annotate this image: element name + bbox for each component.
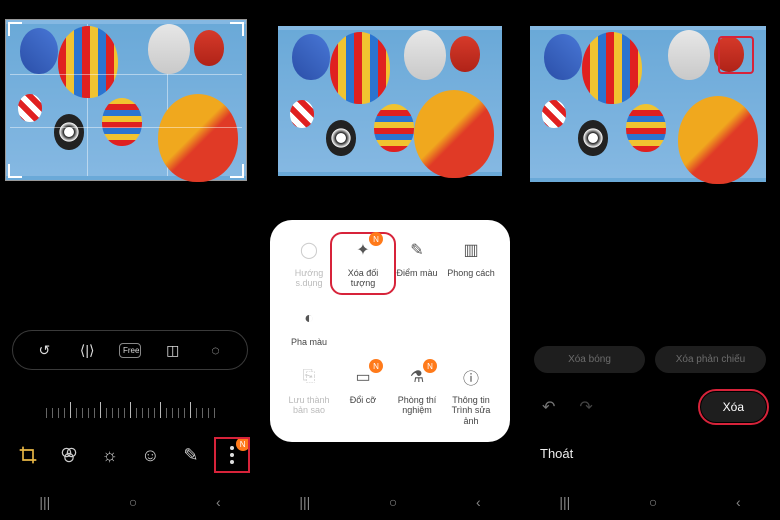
crop-preview-image[interactable]: [6, 20, 246, 180]
thong-tin-icon: ⓘ: [459, 365, 483, 389]
brightness-tool-icon[interactable]: ☼: [96, 441, 124, 469]
popup-item-diem-mau[interactable]: ✎ Điểm màu: [390, 238, 444, 289]
nav-recent-icon[interactable]: |||: [39, 494, 50, 510]
nav-back-icon[interactable]: ‹: [476, 494, 481, 510]
phong-thi-nghiem-icon: ⚗N: [405, 365, 429, 389]
popup-item-label: Pha màu: [291, 337, 327, 347]
screen-crop-editor: ↺ ⟨|⟩ Free ◫ ◌ ☼ ☺ ✎ N ||| ○ ‹: [0, 0, 260, 520]
popup-item-label: Điểm màu: [396, 268, 437, 278]
exit-button[interactable]: Thoát: [540, 446, 573, 461]
free-ratio-button[interactable]: Free: [119, 343, 141, 358]
highlight-box: [698, 389, 769, 425]
luu-thanh-ban-sao-icon: ⎘: [297, 365, 321, 389]
new-badge: N: [369, 232, 383, 246]
nav-home-icon[interactable]: ○: [129, 494, 137, 510]
nav-recent-icon[interactable]: |||: [559, 494, 570, 510]
popup-item-label: Đổi cỡ: [350, 395, 376, 405]
transform-toolbar: ↺ ⟨|⟩ Free ◫ ◌: [12, 330, 248, 370]
popup-item-label: Hướng s.dụng: [282, 268, 336, 289]
sticker-tool-icon[interactable]: ☺: [136, 441, 164, 469]
undo-icon[interactable]: ↶: [534, 393, 563, 421]
nav-back-icon[interactable]: ‹: [216, 494, 221, 510]
more-options-button[interactable]: N: [218, 441, 246, 469]
nav-recent-icon[interactable]: |||: [299, 494, 310, 510]
huong-su-dung-icon: ◯: [297, 238, 321, 262]
preview-image: [278, 26, 502, 176]
remove-reflection-pill[interactable]: Xóa phản chiếu: [655, 346, 766, 373]
android-navbar: ||| ○ ‹: [520, 488, 780, 516]
remove-shadow-pill[interactable]: Xóa bóng: [534, 346, 645, 373]
doi-co-icon: ▭N: [351, 365, 375, 389]
more-options-popup: ◯ Hướng s.dụng ✦N Xóa đối tượng ✎ Điểm màu ▥ Ph…: [270, 220, 510, 442]
popup-item-huong-su-dung[interactable]: ◯ Hướng s.dụng: [282, 238, 336, 289]
flip-icon[interactable]: ⟨|⟩: [76, 342, 98, 359]
xoa-doi-tuong-icon: ✦N: [351, 238, 375, 262]
crop-tool-icon[interactable]: [14, 441, 42, 469]
eraser-preview-image[interactable]: [530, 26, 766, 182]
popup-item-phong-thi-nghiem[interactable]: ⚗N Phòng thí nghiệm: [390, 365, 444, 426]
nav-home-icon[interactable]: ○: [389, 494, 397, 510]
popup-item-pha-mau[interactable]: ◐ Pha màu: [282, 307, 336, 347]
editor-bottom-toolbar: ☼ ☺ ✎ N: [0, 430, 260, 480]
rotation-ruler[interactable]: [0, 392, 260, 418]
popup-item-thong-tin[interactable]: ⓘ Thông tin Trình sửa ảnh: [444, 365, 498, 426]
popup-item-label: Lưu thành bản sao: [282, 395, 336, 416]
draw-tool-icon[interactable]: ✎: [177, 441, 205, 469]
diem-mau-icon: ✎: [405, 238, 429, 262]
highlight-box: [214, 437, 250, 473]
popup-item-luu-thanh-ban-sao[interactable]: ⎘ Lưu thành bản sao: [282, 365, 336, 426]
selection-highlight: [718, 36, 754, 74]
rotate-icon[interactable]: ↺: [33, 342, 55, 359]
phong-cach-icon: ▥: [459, 238, 483, 262]
aspect-icon[interactable]: ◫: [162, 342, 184, 359]
screen-object-eraser: Xóa bóng Xóa phản chiếu ↶ ↷ Xóa Thoát ||…: [520, 0, 780, 520]
nav-home-icon[interactable]: ○: [649, 494, 657, 510]
new-badge: N: [369, 359, 383, 373]
filter-tool-icon[interactable]: [55, 441, 83, 469]
popup-item-label: Phong cách: [447, 268, 495, 278]
popup-item-xoa-doi-tuong[interactable]: ✦N Xóa đối tượng: [336, 238, 390, 289]
new-badge: N: [423, 359, 437, 373]
popup-item-label: Thông tin Trình sửa ảnh: [444, 395, 498, 426]
popup-item-phong-cach[interactable]: ▥ Phong cách: [444, 238, 498, 289]
perspective-icon[interactable]: ◌: [205, 342, 227, 358]
redo-icon[interactable]: ↷: [571, 393, 600, 421]
erase-button[interactable]: Xóa: [701, 392, 766, 422]
screen-more-menu: ◯ Hướng s.dụng ✦N Xóa đối tượng ✎ Điểm màu ▥ Ph…: [260, 0, 520, 520]
android-navbar: ||| ○ ‹: [260, 488, 520, 516]
eraser-mode-row: Xóa bóng Xóa phản chiếu: [534, 346, 766, 373]
popup-item-doi-co[interactable]: ▭N Đổi cỡ: [336, 365, 390, 426]
undo-redo-row: ↶ ↷ Xóa: [534, 392, 766, 422]
nav-back-icon[interactable]: ‹: [736, 494, 741, 510]
popup-item-label: Xóa đối tượng: [336, 268, 390, 289]
pha-mau-icon: ◐: [297, 307, 321, 331]
android-navbar: ||| ○ ‹: [0, 488, 260, 516]
popup-item-label: Phòng thí nghiệm: [390, 395, 444, 416]
